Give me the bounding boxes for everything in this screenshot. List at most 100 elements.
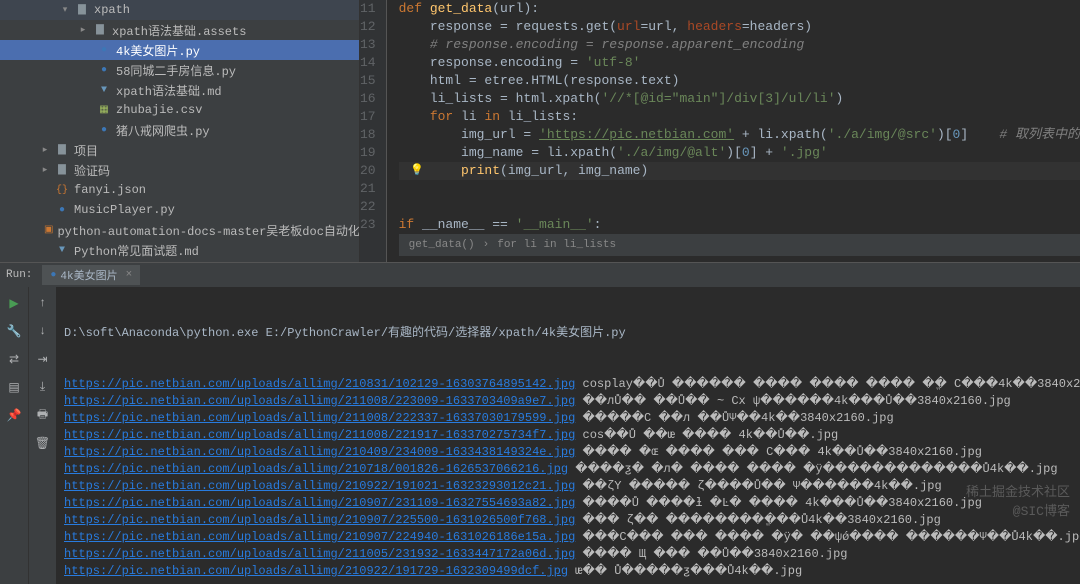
csv-icon: ▦: [96, 102, 112, 118]
console-text: ��ζҮ ����� ζ����Ů�� Ψ������4k��.jpg: [575, 479, 941, 493]
console-link[interactable]: https://pic.netbian.com/uploads/allimg/2…: [64, 530, 575, 544]
line-number: 13: [360, 36, 376, 54]
tree-file-interview[interactable]: ▼ Python常见面试题.md: [0, 240, 359, 260]
console-command: D:\soft\Anaconda\python.exe E:/PythonCra…: [64, 325, 1072, 342]
chevron-right-icon: ▸: [40, 165, 50, 175]
line-number: 21: [360, 180, 376, 198]
line-gutter[interactable]: 11 12 13 14 15 16 17 18 19 20 21 22 23: [360, 0, 387, 262]
console-text: cosplay��Ů ������ ���� ���� ���� �ֱ� С��…: [575, 377, 1080, 391]
console-line: https://pic.netbian.com/uploads/allimg/2…: [64, 546, 1072, 563]
console-link[interactable]: https://pic.netbian.com/uploads/allimg/2…: [64, 445, 575, 459]
tree-file-music[interactable]: ● MusicPlayer.py: [0, 200, 359, 220]
rerun-button[interactable]: ▶: [4, 293, 24, 313]
tree-folder-assets[interactable]: ▸ ▇ xpath语法基础.assets: [0, 20, 359, 40]
tree-label: 验证码: [74, 162, 110, 179]
stop-button[interactable]: 🔧: [4, 321, 24, 341]
markdown-icon: ▼: [54, 242, 70, 258]
console-output[interactable]: D:\soft\Anaconda\python.exe E:/PythonCra…: [56, 287, 1080, 584]
project-tree[interactable]: ▾ ▇ xpath ▸ ▇ xpath语法基础.assets ● 4k美女图片.…: [0, 0, 360, 262]
console-link[interactable]: https://pic.netbian.com/uploads/allimg/2…: [64, 547, 575, 561]
console-text: ����Ů ����ɫ �Ŀ� ���� 4k���Ů��3840x2160.j…: [575, 496, 982, 510]
console-line: https://pic.netbian.com/uploads/allimg/2…: [64, 393, 1072, 410]
run-toolbar-right: ↑ ↓ ⇥ ⤓ 🖶 🗑: [28, 287, 56, 584]
line-number: 11: [360, 0, 376, 18]
tree-label: python-automation-docs-master吴老板doc自动化.z…: [57, 222, 360, 239]
tree-file-zbw[interactable]: ● 猪八戒网爬虫.py: [0, 120, 359, 140]
crumb-loop[interactable]: for li in li_lists: [497, 236, 616, 254]
tree-file-58[interactable]: ● 58同城二手房信息.py: [0, 60, 359, 80]
console-text: ���� Щ ��� ��Ů��3840x2160.jpg: [575, 547, 847, 561]
folder-icon: ▇: [92, 22, 108, 38]
code-content[interactable]: def get_data(url): response = requests.g…: [387, 0, 1080, 262]
console-link[interactable]: https://pic.netbian.com/uploads/allimg/2…: [64, 479, 575, 493]
console-link[interactable]: https://pic.netbian.com/uploads/allimg/2…: [64, 394, 575, 408]
layout-button[interactable]: ▤: [4, 377, 24, 397]
tree-file-md[interactable]: ▼ xpath语法基础.md: [0, 80, 359, 100]
wrap-button[interactable]: ⇥: [33, 349, 53, 369]
line-number: 14: [360, 54, 376, 72]
console-text: �����С ��л ��ŮΨ��4k��3840x2160.jpg: [575, 411, 893, 425]
tree-label: 猪八戒网爬虫.py: [116, 122, 210, 139]
tree-file-fanyi[interactable]: {} fanyi.json: [0, 180, 359, 200]
console-text: ᵫ�� Ů�����ƺ���Ů4k��.jpg: [568, 564, 802, 578]
scroll-button[interactable]: ⤓: [33, 377, 53, 397]
params: (url):: [492, 1, 539, 16]
console-link[interactable]: https://pic.netbian.com/uploads/allimg/2…: [64, 496, 575, 510]
line-number: 18: [360, 126, 376, 144]
run-toolbar-left: ▶ 🔧 ⇄ ▤ 📌: [0, 287, 28, 584]
run-tab-name: 4k美女图片: [60, 267, 117, 283]
toggle-button[interactable]: ⇄: [4, 349, 24, 369]
console-link[interactable]: https://pic.netbian.com/uploads/allimg/2…: [64, 377, 575, 391]
down-button[interactable]: ↓: [33, 321, 53, 341]
pin-button[interactable]: 📌: [4, 405, 24, 425]
console-link[interactable]: https://pic.netbian.com/uploads/allimg/2…: [64, 513, 575, 527]
tree-folder-captcha[interactable]: ▸ ▇ 验证码: [0, 160, 359, 180]
folder-icon: ▇: [54, 142, 70, 158]
crumb-separator: ›: [483, 236, 490, 254]
console-line: https://pic.netbian.com/uploads/allimg/2…: [64, 461, 1072, 478]
console-line: https://pic.netbian.com/uploads/allimg/2…: [64, 444, 1072, 461]
console-line: https://pic.netbian.com/uploads/allimg/2…: [64, 376, 1072, 393]
markdown-icon: ▼: [96, 82, 112, 98]
tree-label: 58同城二手房信息.py: [116, 62, 236, 79]
json-icon: {}: [54, 182, 70, 198]
console-link[interactable]: https://pic.netbian.com/uploads/allimg/2…: [64, 564, 568, 578]
breadcrumbs[interactable]: get_data() › for li in li_lists: [399, 234, 1080, 256]
line-number: 16: [360, 90, 376, 108]
line-number: 19: [360, 144, 376, 162]
tree-label: 4k美女图片.py: [116, 42, 200, 59]
tree-label: xpath语法基础.md: [116, 82, 222, 99]
folder-icon: ▇: [54, 162, 70, 178]
run-tab[interactable]: ● 4k美女图片 ×: [42, 265, 140, 285]
python-icon: ●: [54, 202, 70, 218]
python-icon: ●: [96, 122, 112, 138]
crumb-function[interactable]: get_data(): [409, 236, 475, 254]
chevron-right-icon: ▸: [40, 145, 50, 155]
console-link[interactable]: https://pic.netbian.com/uploads/allimg/2…: [64, 462, 568, 476]
run-label: Run:: [6, 269, 32, 281]
tree-label: 项目: [74, 142, 98, 159]
trash-button[interactable]: 🗑: [33, 433, 53, 453]
console-link[interactable]: https://pic.netbian.com/uploads/allimg/2…: [64, 428, 575, 442]
tree-file-zip[interactable]: ▣ python-automation-docs-master吴老板doc自动化…: [0, 220, 359, 240]
tree-folder-project[interactable]: ▸ ▇ 项目: [0, 140, 359, 160]
tree-file-4k[interactable]: ● 4k美女图片.py: [0, 40, 359, 60]
code-editor[interactable]: 11 12 13 14 15 16 17 18 19 20 21 22 23 d…: [360, 0, 1080, 262]
console-text: ���� �ɶ ���� ��� С��� 4k��Ů��3840x2160.j…: [575, 445, 982, 459]
intention-bulb-icon[interactable]: 💡: [410, 162, 424, 180]
print-button[interactable]: 🖶: [33, 405, 53, 425]
tree-file-csv[interactable]: ▦ zhubajie.csv: [0, 100, 359, 120]
console-line: https://pic.netbian.com/uploads/allimg/2…: [64, 529, 1072, 546]
console-text: ���С��� ��� ���� �ÿ� ��ψǿ���� ������Ψ��Ů…: [575, 530, 1080, 544]
close-icon[interactable]: ×: [126, 269, 133, 281]
up-button[interactable]: ↑: [33, 293, 53, 313]
line-number: 22: [360, 198, 376, 216]
chevron-right-icon: ▸: [78, 25, 88, 35]
console-link[interactable]: https://pic.netbian.com/uploads/allimg/2…: [64, 411, 575, 425]
line-number: 17: [360, 108, 376, 126]
tree-label: Python常见面试题.md: [74, 242, 199, 259]
folder-icon: ▇: [74, 2, 90, 18]
tree-label: xpath语法基础.assets: [112, 22, 246, 39]
line-number: 15: [360, 72, 376, 90]
tree-folder-xpath[interactable]: ▾ ▇ xpath: [0, 0, 359, 20]
